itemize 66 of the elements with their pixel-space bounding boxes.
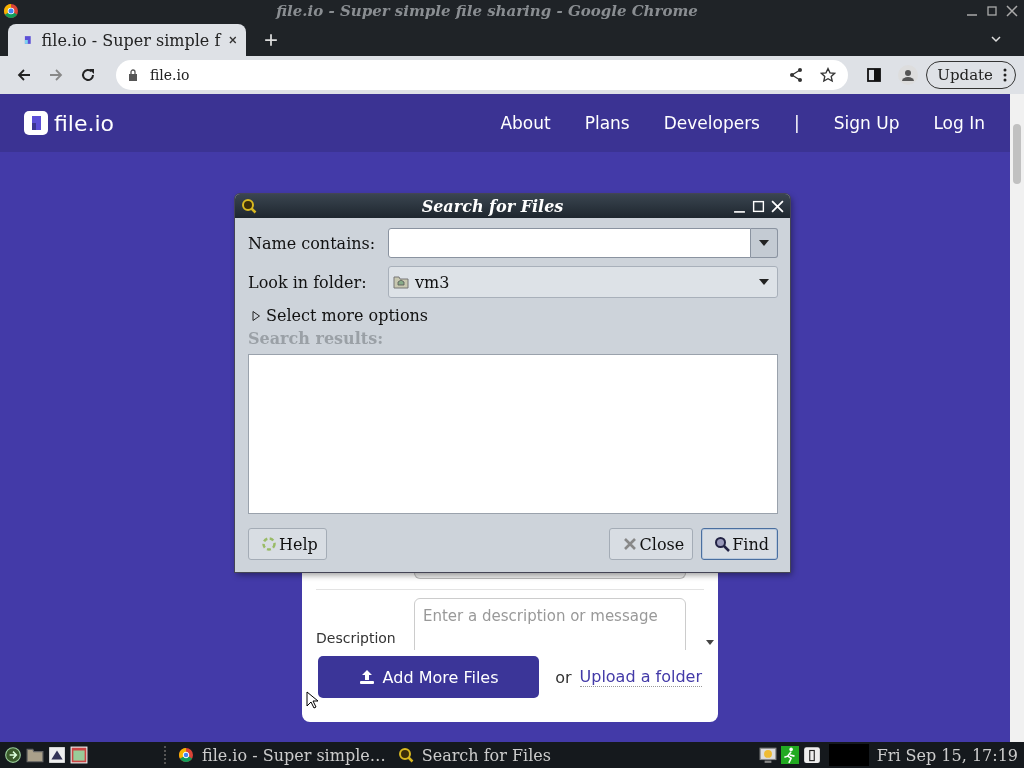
chrome-logo-icon [3, 3, 19, 19]
side-panel-icon[interactable] [866, 67, 883, 83]
exit-icon[interactable] [780, 746, 799, 764]
update-notifier-icon[interactable] [758, 746, 777, 764]
description-field[interactable]: Enter a description or message [414, 598, 686, 650]
upload-icon [358, 669, 375, 685]
add-files-button[interactable]: Add More Files [318, 656, 540, 698]
help-icon [261, 536, 277, 552]
more-options-expander[interactable]: Select more options [252, 306, 778, 325]
or-text: or [555, 667, 572, 687]
close-icon [621, 536, 638, 552]
file-logo-icon [22, 34, 34, 46]
taskbar-item[interactable]: file.io - Super simple… [178, 745, 386, 765]
dropdown-icon[interactable] [759, 240, 769, 246]
browser-tab[interactable]: file.io - Super simple f [8, 24, 246, 56]
update-button[interactable]: Update [926, 61, 1016, 89]
site-logo[interactable]: file.io [54, 110, 115, 136]
home-folder-icon [393, 275, 409, 289]
file-logo-icon [24, 111, 48, 135]
name-field[interactable] [388, 228, 751, 258]
nav-link[interactable]: Sign Up [833, 113, 900, 133]
description-label: Description [316, 630, 396, 647]
close-icon[interactable] [228, 35, 238, 45]
magnifier-icon [397, 747, 414, 763]
star-icon[interactable] [820, 67, 837, 83]
folder-icon[interactable] [26, 746, 44, 764]
menu-icon[interactable] [4, 746, 22, 764]
scrollbar[interactable] [1010, 94, 1024, 742]
profile-icon[interactable] [898, 65, 919, 85]
nav-link[interactable]: About [500, 113, 551, 133]
chrome-logo-icon [178, 747, 194, 763]
new-tab-icon[interactable] [264, 33, 278, 47]
nav-link[interactable]: Developers [663, 113, 760, 133]
more-icon[interactable] [1003, 67, 1007, 83]
scroll-down-icon[interactable] [706, 640, 714, 646]
chevron-down-icon[interactable] [990, 33, 1002, 45]
nav-link[interactable]: Plans [584, 113, 630, 133]
nav-link[interactable]: Log In [933, 113, 985, 133]
upload-folder-link[interactable]: Upload a folder [579, 667, 702, 687]
url-text: file.io [150, 67, 190, 83]
reload-icon[interactable] [80, 67, 96, 83]
clock[interactable]: Fri Sep 15, 17:19 [876, 745, 1018, 765]
share-icon[interactable] [788, 67, 805, 83]
name-label: Name contains: [248, 233, 377, 253]
nav-separator: | [794, 113, 800, 133]
expander-icon [252, 310, 260, 321]
battery-icon[interactable] [802, 746, 821, 764]
tab-title: file.io - Super simple f [41, 30, 221, 50]
magnifier-icon [241, 198, 257, 214]
help-button[interactable]: Help [248, 528, 327, 560]
dialog-title: Search for Files [420, 196, 565, 216]
forward-icon[interactable] [48, 67, 64, 83]
close-button[interactable]: Close [608, 528, 694, 560]
window-title: file.io - Super simple file sharing - Google Chrome [274, 2, 699, 20]
back-icon[interactable] [16, 67, 32, 83]
search-icon [714, 536, 731, 552]
folder-label: Look in folder: [248, 272, 368, 292]
find-button[interactable]: Find [701, 528, 778, 560]
close-icon[interactable] [1006, 5, 1018, 17]
address-field[interactable]: file.io [116, 60, 849, 90]
folder-select[interactable]: vm3 [388, 266, 778, 298]
maximize-icon[interactable] [986, 5, 998, 17]
taskbar-item[interactable]: Search for Files [397, 745, 551, 765]
lock-icon [128, 69, 138, 81]
dropdown-icon [759, 279, 769, 285]
mouse-cursor-icon [306, 691, 318, 709]
